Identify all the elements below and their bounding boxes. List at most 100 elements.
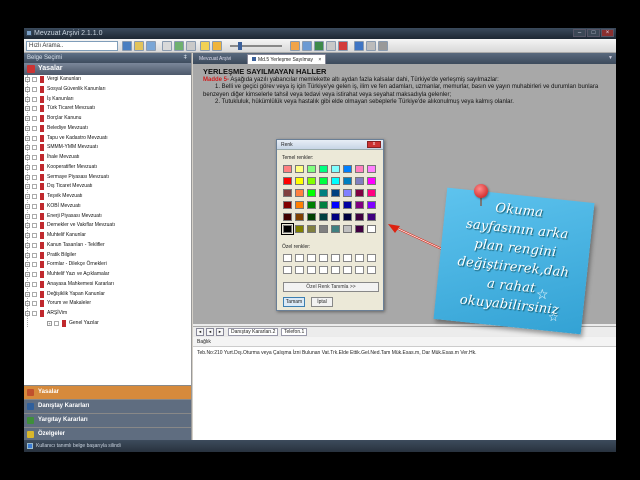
expand-icon[interactable]: + [25, 106, 30, 112]
tree-checkbox[interactable] [32, 272, 37, 277]
tab-dropdown-icon[interactable]: ▼ [608, 55, 613, 61]
color-swatch[interactable] [343, 225, 352, 233]
tree-checkbox[interactable] [32, 106, 37, 112]
expand-icon[interactable]: + [25, 311, 30, 316]
color-swatch[interactable] [367, 165, 376, 173]
tree-checkbox[interactable] [32, 252, 37, 258]
maximize-icon[interactable]: □ [587, 29, 600, 37]
prev-page-button[interactable]: ◄ [206, 328, 214, 336]
first-page-button[interactable]: ◄ [196, 328, 204, 336]
tree-item[interactable]: + Kanun Tasarıları - Teklifler [24, 241, 191, 251]
tree-checkbox[interactable] [32, 77, 37, 82]
save-icon[interactable] [314, 41, 324, 51]
nav-bar-item[interactable]: Özelgeler [24, 427, 191, 441]
copy-icon[interactable] [162, 41, 172, 51]
tree-item[interactable]: + Vergi Kanunları [24, 75, 191, 85]
tree-item[interactable]: + Sermaye Piyasası Mevzuatı [24, 173, 191, 183]
tree-item[interactable]: + Belediye Mevzuatı [24, 124, 191, 134]
tab-mevzuat-arsivi[interactable]: Mevzuat Arşivi [195, 54, 235, 64]
color-swatch[interactable] [283, 165, 292, 173]
color-swatch[interactable] [355, 189, 364, 197]
tree-item[interactable]: + Anayasa Mahkemesi Kararları [24, 280, 191, 290]
expand-icon[interactable]: + [25, 213, 30, 219]
book-icon[interactable] [354, 41, 364, 51]
nav-bar-item[interactable]: Danıştay Kararları [24, 399, 191, 413]
tree-checkbox[interactable] [32, 233, 37, 238]
tree-checkbox[interactable] [32, 223, 37, 229]
color-swatch[interactable] [295, 177, 304, 185]
color-swatch[interactable] [367, 177, 376, 185]
custom-color-swatch[interactable] [295, 254, 304, 262]
custom-color-swatch[interactable] [307, 266, 316, 274]
section-header[interactable]: Yasalar [24, 63, 191, 75]
custom-color-swatch[interactable] [343, 254, 352, 262]
doc-tab-telefon[interactable]: Telefon.1 [281, 328, 308, 336]
color-swatch[interactable] [319, 177, 328, 185]
expand-icon[interactable]: + [25, 262, 30, 268]
tree-checkbox[interactable] [32, 281, 37, 287]
tree-item[interactable]: + Tapu ve Kadastro Mevzuatı [24, 134, 191, 144]
tree-item[interactable]: + Pratik Bilgiler [24, 251, 191, 261]
color-swatch[interactable] [307, 225, 316, 233]
nav-bar-item[interactable]: Yasalar [24, 385, 191, 399]
tree-checkbox[interactable] [32, 96, 37, 102]
tree-checkbox[interactable] [32, 86, 37, 92]
color-swatch[interactable] [281, 223, 294, 235]
custom-color-swatch[interactable] [331, 266, 340, 274]
tree-checkbox[interactable] [32, 213, 37, 219]
zoom-slider[interactable] [230, 42, 282, 50]
dialog-close-button[interactable]: x [367, 141, 381, 148]
tree-item[interactable]: + Yorum ve Makaleler [24, 299, 191, 309]
tree-item[interactable]: + Türk Ticaret Mevzuatı [24, 104, 191, 114]
tree-item[interactable]: + Muhtelif Yazı ve Açıklamalar [24, 270, 191, 280]
expand-icon[interactable]: + [25, 252, 30, 258]
color-swatch[interactable] [367, 213, 376, 221]
doc-tab-danistay[interactable]: Danıştay Kararları.2 [228, 328, 279, 336]
list-icon[interactable] [146, 41, 156, 51]
color-swatch[interactable] [307, 213, 316, 221]
color-swatch[interactable] [331, 177, 340, 185]
tree-item[interactable]: + Değişiklik Yapan Kanunlar [24, 290, 191, 300]
color-swatch[interactable] [367, 225, 376, 233]
tree-item[interactable]: + Sosyal Güvenlik Kanunları [24, 85, 191, 95]
expand-icon[interactable]: + [25, 155, 30, 160]
color-swatch[interactable] [355, 213, 364, 221]
tree-item[interactable]: + İhale Mevzuatı [24, 153, 191, 163]
tree-checkbox[interactable] [32, 184, 37, 190]
color-swatch[interactable] [307, 165, 316, 173]
color-swatch[interactable] [331, 189, 340, 197]
highlight-icon[interactable] [200, 41, 210, 51]
nav-bar-item[interactable]: Yargıtay Kararları [24, 413, 191, 427]
tree-checkbox[interactable] [32, 125, 37, 131]
tree-checkbox[interactable] [32, 194, 37, 199]
custom-color-swatch[interactable] [307, 254, 316, 262]
color-swatch[interactable] [295, 201, 304, 209]
color-swatch[interactable] [307, 177, 316, 185]
minimize-icon[interactable]: – [573, 29, 586, 37]
expand-icon[interactable]: + [25, 233, 30, 238]
color-swatch[interactable] [331, 165, 340, 173]
color-swatch[interactable] [319, 201, 328, 209]
expand-icon[interactable]: + [47, 320, 52, 326]
color-swatch[interactable] [355, 165, 364, 173]
note-icon[interactable] [302, 41, 312, 51]
custom-color-swatch[interactable] [355, 254, 364, 262]
next-page-button[interactable]: ► [216, 328, 224, 336]
expand-icon[interactable]: + [25, 203, 30, 209]
tree-item[interactable]: + Muhtelif Kanunlar [24, 231, 191, 241]
color-swatch[interactable] [295, 165, 304, 173]
color-swatch[interactable] [331, 225, 340, 233]
expand-icon[interactable]: + [25, 301, 30, 307]
tree-checkbox[interactable] [32, 116, 37, 121]
tree-checkbox[interactable] [32, 145, 37, 151]
color-swatch[interactable] [367, 201, 376, 209]
color-swatch[interactable] [319, 213, 328, 221]
tree-checkbox[interactable] [32, 164, 37, 170]
color-swatch[interactable] [283, 201, 292, 209]
color-swatch[interactable] [319, 225, 328, 233]
expand-icon[interactable]: + [25, 164, 30, 170]
tree-checkbox[interactable] [32, 135, 37, 141]
tree-item[interactable]: + Genel Yazılar [24, 319, 191, 329]
expand-icon[interactable]: + [25, 125, 30, 131]
tree-checkbox[interactable] [32, 311, 37, 316]
